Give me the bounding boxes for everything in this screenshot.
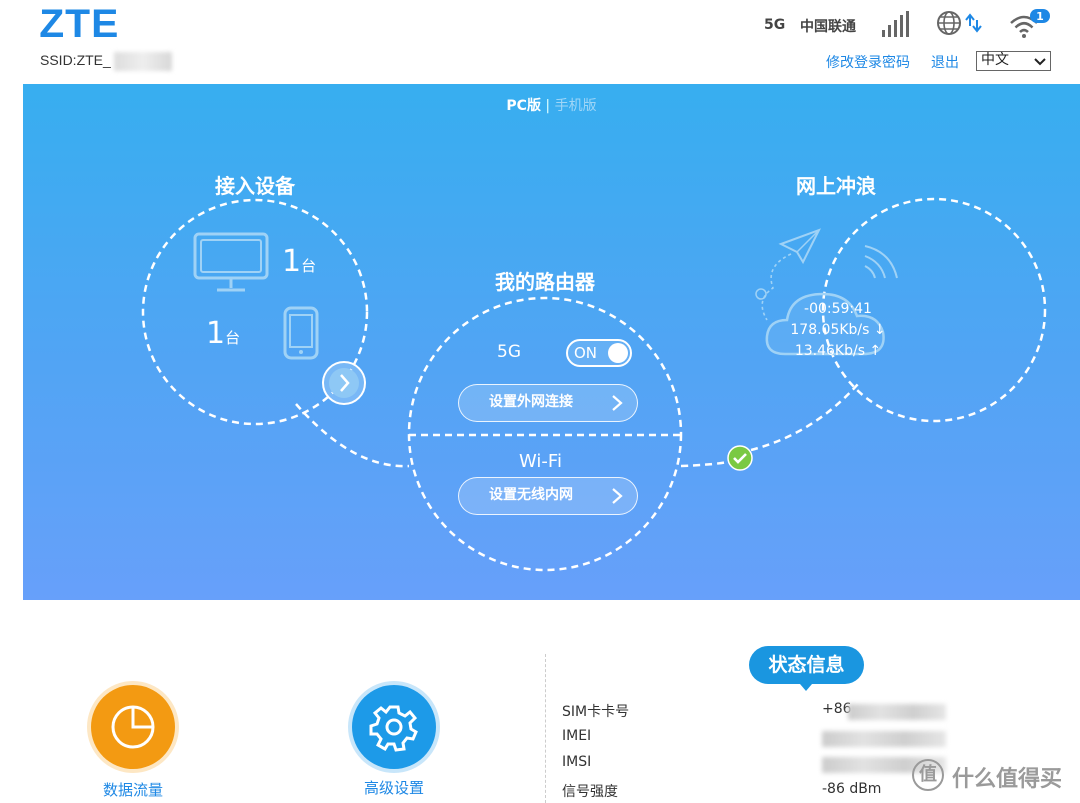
router-title: 我的路由器 bbox=[495, 270, 595, 294]
connected-check-icon bbox=[727, 445, 753, 471]
wifi-icon[interactable]: 1 bbox=[1008, 8, 1052, 40]
data-usage-label[interactable]: 数据流量 bbox=[83, 779, 183, 800]
pie-chart-icon bbox=[111, 705, 155, 749]
chevron-down-icon bbox=[1034, 58, 1046, 66]
wlan-settings-label: 设置无线内网 bbox=[489, 487, 573, 503]
mobile-count-value: 1 bbox=[206, 316, 226, 351]
data-usage-button[interactable] bbox=[91, 685, 175, 769]
wifi-client-count: 1 bbox=[1036, 10, 1044, 23]
toggle-state: ON bbox=[574, 344, 598, 362]
wlan-settings-button[interactable]: 设置无线内网 bbox=[458, 477, 638, 515]
internet-title: 网上冲浪 bbox=[796, 174, 876, 198]
section-divider bbox=[545, 654, 546, 803]
status-title-pointer bbox=[800, 684, 812, 691]
wan-settings-label: 设置外网连接 bbox=[489, 394, 573, 410]
chevron-right-icon bbox=[612, 395, 623, 411]
logout-link[interactable]: 退出 bbox=[931, 52, 959, 72]
wifi-label: Wi-Fi bbox=[519, 451, 562, 472]
pc-count-value: 1 bbox=[282, 244, 302, 279]
sim-number-label: SIM卡卡号 bbox=[562, 704, 630, 720]
change-password-link[interactable]: 修改登录密码 bbox=[826, 52, 910, 72]
imei-redacted bbox=[822, 731, 946, 747]
language-selected: 中文 bbox=[981, 52, 1009, 68]
traffic-stats: -00:59:41 178.05Kb/s ↓ 13.46Kb/s ↑ bbox=[758, 299, 918, 362]
advanced-settings-button[interactable] bbox=[352, 685, 436, 769]
5g-toggle[interactable]: ON bbox=[566, 339, 632, 367]
imsi-label: IMSI bbox=[562, 754, 592, 770]
pc-device-count: 1台 bbox=[282, 244, 316, 279]
ssid-redacted bbox=[114, 52, 172, 71]
network-topology bbox=[141, 197, 1047, 572]
devices-detail-button[interactable] bbox=[321, 360, 367, 406]
mobile-count-unit: 台 bbox=[225, 329, 241, 347]
signal-strength-label: 信号强度 bbox=[562, 784, 618, 800]
devices-link bbox=[295, 403, 410, 468]
upload-rate: 13.46Kb/s ↑ bbox=[794, 343, 882, 359]
language-select[interactable]: 中文 bbox=[976, 51, 1051, 71]
internet-link-2 bbox=[750, 383, 859, 452]
pc-count-unit: 台 bbox=[301, 257, 317, 275]
imei-label: IMEI bbox=[562, 728, 592, 744]
carrier-name: 中国联通 bbox=[800, 19, 856, 35]
band-5g-label: 5G bbox=[497, 342, 521, 362]
network-type: 5G bbox=[764, 17, 786, 33]
wan-settings-button[interactable]: 设置外网连接 bbox=[458, 384, 638, 422]
download-rate: 178.05Kb/s ↓ bbox=[790, 322, 886, 338]
connection-duration: -00:59:41 bbox=[804, 301, 872, 317]
advanced-settings-label[interactable]: 高级设置 bbox=[344, 777, 444, 798]
ssid-label: SSID:ZTE_ bbox=[40, 52, 111, 68]
monitor-icon bbox=[193, 232, 269, 292]
dashboard-banner: PC版 | 手机版 接入设备 1台 1台 我的路由器 5G ON 设置外网连接 … bbox=[23, 84, 1080, 600]
sim-number-redacted bbox=[848, 704, 946, 720]
signal-strength-value: -86 dBm bbox=[822, 781, 882, 797]
signal-strength-icon bbox=[882, 11, 909, 37]
mobile-device-count: 1台 bbox=[206, 316, 240, 351]
chevron-right-icon bbox=[612, 488, 623, 504]
gear-icon bbox=[369, 705, 418, 752]
devices-title: 接入设备 bbox=[215, 174, 295, 198]
watermark-logo: 值 bbox=[912, 759, 944, 791]
internet-globe-icon bbox=[937, 11, 982, 35]
watermark-text: 什么值得买 bbox=[952, 767, 1063, 792]
toggle-knob bbox=[608, 343, 628, 363]
zte-logo: ZTE bbox=[39, 2, 120, 46]
phone-icon bbox=[283, 306, 319, 360]
status-info-title: 状态信息 bbox=[749, 646, 864, 684]
